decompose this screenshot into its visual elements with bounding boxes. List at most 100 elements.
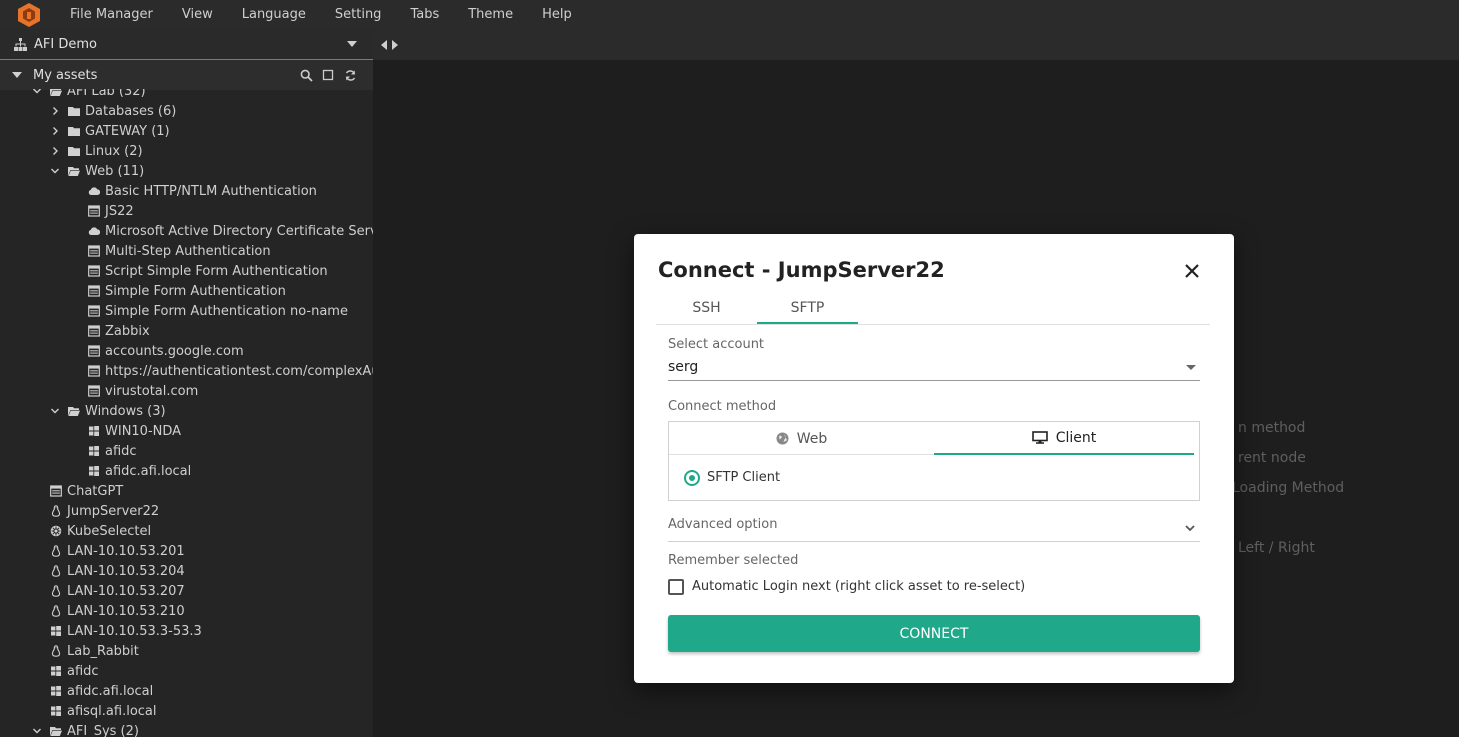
method-tab-web-label: Web [796, 430, 828, 447]
web-icon [88, 205, 100, 217]
linux-icon [51, 605, 61, 617]
tree-asset[interactable]: afidc.afi.local [88, 461, 191, 481]
tree-asset[interactable]: Simple Form Authentication [88, 281, 286, 301]
tree-folder[interactable]: AFI Lab (32) [32, 89, 146, 101]
tree-folder[interactable]: Databases (6) [50, 101, 176, 121]
tree-asset[interactable]: JumpServer22 [50, 501, 159, 521]
auto-login-checkbox[interactable] [668, 579, 684, 595]
menu-view[interactable]: View [182, 7, 213, 22]
tree-asset[interactable]: afidc.afi.local [50, 681, 153, 701]
method-tab-web[interactable]: Web [669, 422, 934, 455]
tree-asset[interactable]: virustotal.com [88, 381, 198, 401]
chevron-down-icon[interactable] [32, 89, 42, 96]
menu-language[interactable]: Language [242, 7, 306, 22]
chevron-right-icon[interactable] [50, 106, 60, 116]
tree-asset[interactable]: ChatGPT [50, 481, 123, 501]
tree-folder[interactable]: Web (11) [50, 161, 144, 181]
tree-asset[interactable]: LAN-10.10.53.3-53.3 [50, 621, 202, 641]
tree-asset[interactable]: Microsoft Active Directory Certificate S… [88, 221, 373, 241]
my-assets-header[interactable]: My assets [0, 60, 373, 90]
windows-icon [51, 666, 61, 676]
windows-icon [51, 706, 61, 716]
folder-icon [68, 147, 80, 156]
hint-text: n method [1238, 420, 1306, 436]
advanced-option-label: Advanced option [668, 517, 778, 532]
collapse-toggle-icon[interactable] [379, 38, 401, 52]
tab-sftp[interactable]: SFTP [757, 294, 858, 324]
asset-tree: AFI Lab (32) Databases (6) GATEWAY (1) Linu… [0, 89, 373, 737]
tree-label: AFI Lab (32) [67, 89, 146, 99]
tree-label: Script Simple Form Authentication [105, 263, 328, 279]
windows-icon [51, 626, 61, 636]
connect-button[interactable]: CONNECT [668, 615, 1200, 652]
web-icon [50, 485, 62, 497]
account-value: serg [668, 359, 699, 375]
tree-label: Multi-Step Authentication [105, 243, 271, 259]
method-tab-client[interactable]: Client [934, 422, 1194, 455]
chevron-right-icon[interactable] [50, 126, 60, 136]
chevron-down-icon[interactable] [50, 166, 60, 176]
tree-asset[interactable]: LAN-10.10.53.207 [50, 581, 185, 601]
workspace-selector[interactable]: AFI Demo [0, 29, 373, 60]
menu-help[interactable]: Help [542, 7, 572, 22]
web-icon [88, 245, 100, 257]
menu-file-manager[interactable]: File Manager [70, 7, 153, 22]
tree-asset[interactable]: Simple Form Authentication no-name [88, 301, 348, 321]
select-square-icon[interactable] [322, 69, 335, 82]
workspace-name: AFI Demo [34, 36, 97, 52]
chevron-right-icon[interactable] [50, 146, 60, 156]
tab-ssh[interactable]: SSH [656, 294, 757, 324]
web-icon [88, 365, 100, 377]
tree-asset[interactable]: Script Simple Form Authentication [88, 261, 328, 281]
auto-login-label[interactable]: Automatic Login next (right click asset … [692, 579, 1025, 594]
menu-tabs[interactable]: Tabs [410, 7, 439, 22]
tree-label: Web (11) [85, 163, 145, 179]
tree-label: https://authenticationtest.com/complexAu… [105, 363, 373, 379]
search-icon[interactable] [300, 69, 313, 82]
tree-folder[interactable]: Linux (2) [50, 141, 143, 161]
globe-icon [776, 432, 789, 445]
tree-asset[interactable]: Basic HTTP/NTLM Authentication [88, 181, 317, 201]
refresh-icon[interactable] [344, 69, 357, 82]
tree-folder[interactable]: AFI_Sys (2) [32, 721, 139, 737]
radio-sftp-client[interactable] [684, 470, 700, 486]
tree-asset[interactable]: afidc [88, 441, 137, 461]
close-icon[interactable] [1184, 263, 1200, 279]
folder-open-icon [68, 407, 80, 416]
menu-theme[interactable]: Theme [468, 7, 513, 22]
folder-icon [68, 107, 80, 116]
tree-label: afisql.afi.local [67, 703, 157, 719]
tree-asset[interactable]: Zabbix [88, 321, 150, 341]
tree-asset[interactable]: LAN-10.10.53.201 [50, 541, 185, 561]
account-select[interactable]: serg [668, 359, 1200, 381]
tree-label: Simple Form Authentication no-name [105, 303, 348, 319]
tree-asset[interactable]: LAN-10.10.53.204 [50, 561, 185, 581]
tree-folder[interactable]: GATEWAY (1) [50, 121, 170, 141]
chevron-down-icon[interactable] [32, 726, 42, 736]
my-assets-label: My assets [33, 67, 98, 83]
tree-folder[interactable]: Windows (3) [50, 401, 166, 421]
dialog-title: Connect - JumpServer22 [658, 258, 945, 282]
radio-sftp-client-label[interactable]: SFTP Client [707, 470, 780, 485]
tree-asset[interactable]: accounts.google.com [88, 341, 244, 361]
tree-asset[interactable]: https://authenticationtest.com/complexAu… [88, 361, 373, 381]
tree-label: Windows (3) [85, 403, 166, 419]
workspace-header [373, 29, 1459, 60]
menu-setting[interactable]: Setting [335, 7, 382, 22]
tree-asset[interactable]: JS22 [88, 201, 134, 221]
tree-asset[interactable]: afidc [50, 661, 99, 681]
tree-asset[interactable]: LAN-10.10.53.210 [50, 601, 185, 621]
web-icon [88, 385, 100, 397]
tree-label: GATEWAY (1) [85, 123, 170, 139]
tree-asset[interactable]: KubeSelectel [50, 521, 151, 541]
tree-asset[interactable]: WIN10-NDA [88, 421, 181, 441]
caret-down-icon [347, 41, 357, 47]
tree-asset[interactable]: Lab_Rabbit [50, 641, 139, 661]
tree-asset[interactable]: Multi-Step Authentication [88, 241, 271, 261]
chevron-down-icon[interactable] [50, 406, 60, 416]
advanced-option-toggle[interactable]: Advanced option [668, 517, 1200, 542]
hint-text: Left / Right [1238, 540, 1315, 556]
tree-asset[interactable]: afisql.afi.local [50, 701, 157, 721]
tree-label: afidc [105, 443, 137, 459]
caret-down-icon [12, 72, 22, 78]
